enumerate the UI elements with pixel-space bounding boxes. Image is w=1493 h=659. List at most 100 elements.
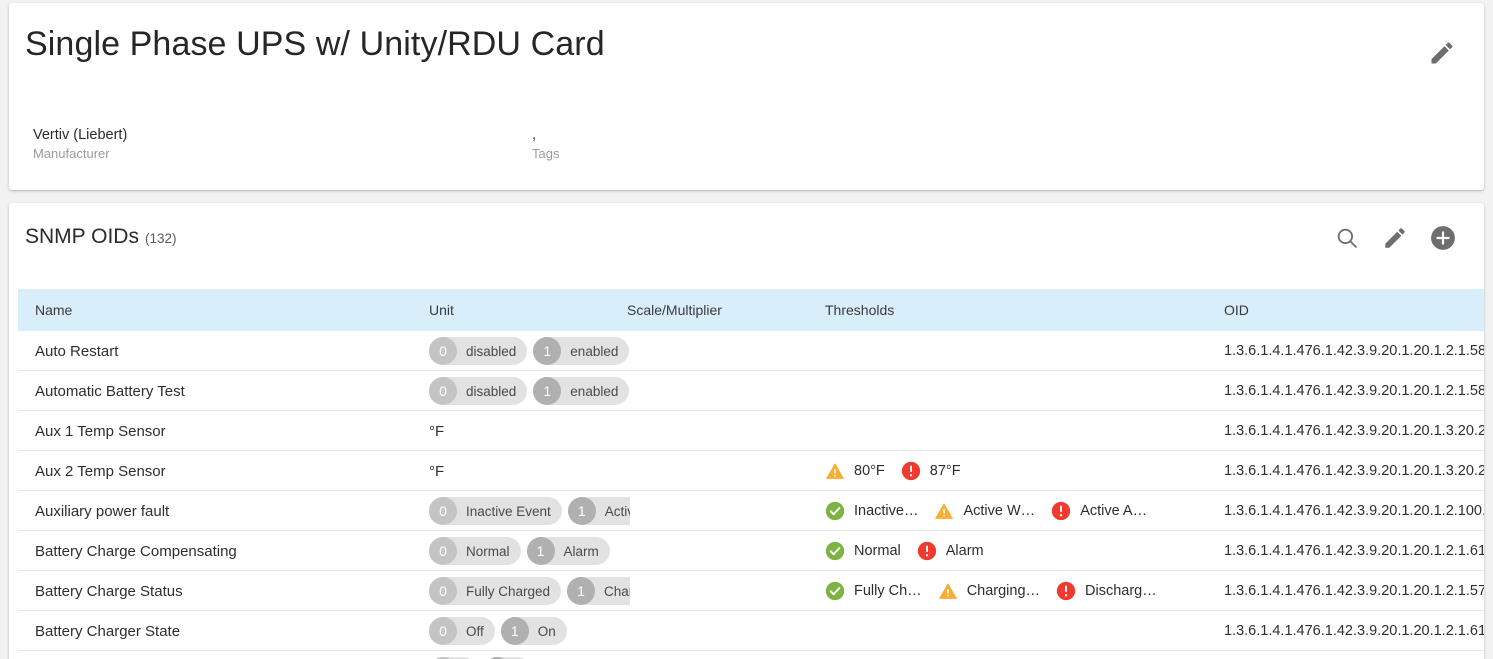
table-body: Auto Restart 0 disabled 1 enabled 1.3.6.1.4.1… <box>18 331 1484 659</box>
chip-value: 0 <box>429 577 457 605</box>
alarm-circle-icon <box>901 461 921 481</box>
cell-oid: 1.3.6.1.4.1.476.1.42.3.9.20.1.20.1.2.1.5… <box>1224 371 1484 411</box>
manufacturer-value: Vertiv (Liebert) <box>33 127 128 143</box>
threshold-item: Active A… <box>1051 501 1147 521</box>
oid-name-text: Auxiliary power fault <box>35 502 170 520</box>
threshold-item: Inactive… <box>825 501 918 521</box>
cell-scale-multiplier <box>627 491 823 531</box>
cell-oid: 1.3.6.1.4.1.476.1.42.3.9.20.1.20.1.2.1.6… <box>1224 611 1484 651</box>
unit-text: °F <box>429 422 445 440</box>
search-icon[interactable] <box>1334 225 1360 251</box>
snmp-oids-card: SNMP OIDs (132) Name Unit Scale/Multipli… <box>9 203 1484 659</box>
chip-value: 0 <box>429 497 457 525</box>
tags-field: , Tags <box>532 125 559 163</box>
table-row[interactable]: Battery Charger State 0 Off 1 On 1.3.6.1.4.1.… <box>18 611 1484 651</box>
column-header-name[interactable]: Name <box>35 302 72 318</box>
chip-value: 0 <box>429 337 457 365</box>
unit-chip-group: 0 Off 1 On <box>429 617 567 645</box>
pencil-icon[interactable] <box>1382 225 1408 251</box>
cell-name: Aux 1 Temp Sensor <box>35 411 425 451</box>
unit-chip-group: 0 Inactive Event 1 Active Event <box>429 497 630 525</box>
cell-unit: 0 Off 1 On <box>429 611 630 651</box>
oid-value-text: 1.3.6.1.4.1.476.1.42.3.9.20.1.20.1.3.20.… <box>1224 463 1484 479</box>
chip-label: Alarm <box>563 543 599 559</box>
threshold-label: 87°F <box>929 463 961 479</box>
cell-name: Battery Charger State <box>35 611 425 651</box>
cell-name: Battery Charge Compensating <box>35 531 425 571</box>
threshold-label: Charging… <box>966 583 1041 599</box>
chip-label: Inactive Event <box>466 503 551 519</box>
unit-chip-group: 0 disabled 1 enabled <box>429 337 630 365</box>
cell-scale-multiplier <box>627 451 823 491</box>
chip-label: Normal <box>466 543 510 559</box>
oid-value-text: 1.3.6.1.4.1.476.1.42.3.9.20.1.20.1.2.1.5… <box>1224 583 1484 599</box>
page-root: Single Phase UPS w/ Unity/RDU Card Verti… <box>0 0 1493 659</box>
cell-unit: 0 Normal 1 Alarm <box>429 531 630 571</box>
table-row[interactable]: Aux 2 Temp Sensor °F 80°F 87°F 1.3.6.1.4.1.4… <box>18 451 1484 491</box>
cell-unit: 0 disabled 1 enabled <box>429 371 630 411</box>
unit-chip: 0 disabled <box>429 337 528 365</box>
cell-unit: 0 Fully Charged 1 Charging <box>429 571 630 611</box>
cell-oid <box>1224 651 1484 659</box>
column-header-oid[interactable]: OID <box>1224 302 1249 318</box>
table-row[interactable]: Battery Charge Status 0 Fully Charged 1 Char… <box>18 571 1484 611</box>
unit-chip: 1 Alarm <box>526 537 610 565</box>
threshold-label: Active W… <box>963 503 1036 519</box>
add-circle-icon[interactable] <box>1430 225 1456 251</box>
cell-unit: °F <box>429 411 630 451</box>
chip-label: enabled <box>570 343 619 359</box>
ok-check-icon <box>825 581 845 601</box>
tags-value: , <box>532 127 537 143</box>
cell-oid: 1.3.6.1.4.1.476.1.42.3.9.20.1.20.1.2.100… <box>1224 491 1484 531</box>
threshold-item: Normal <box>825 541 901 561</box>
header-actions <box>1334 225 1456 251</box>
unit-chip: 1 enabled <box>533 337 630 365</box>
column-header-scale[interactable]: Scale/Multiplier <box>627 302 722 318</box>
cell-thresholds <box>825 611 1221 651</box>
cell-scale-multiplier <box>627 611 823 651</box>
section-title: SNMP OIDs <box>25 225 139 248</box>
cell-thresholds: Fully Ch… Charging… Discharg… <box>825 571 1221 611</box>
page-title: Single Phase UPS w/ Unity/RDU Card <box>25 25 605 63</box>
threshold-item: Fully Ch… <box>825 581 922 601</box>
threshold-item: Alarm <box>917 541 984 561</box>
cell-oid: 1.3.6.1.4.1.476.1.42.3.9.20.1.20.1.3.20.… <box>1224 451 1484 491</box>
table-row[interactable]: Aux 1 Temp Sensor °F 1.3.6.1.4.1.476.1.42.… <box>18 411 1484 451</box>
column-header-thresholds[interactable]: Thresholds <box>825 302 894 318</box>
unit-chip: 0 Inactive Event <box>429 497 562 525</box>
cell-oid: 1.3.6.1.4.1.476.1.42.3.9.20.1.20.1.2.1.5… <box>1224 571 1484 611</box>
threshold-label: Active A… <box>1080 503 1148 519</box>
chip-label: On <box>537 623 556 639</box>
threshold-item: 87°F <box>901 461 961 481</box>
ok-check-icon <box>825 501 845 521</box>
table-row[interactable]: Auxiliary power fault 0 Inactive Event 1 Act… <box>18 491 1484 531</box>
oid-name-text: Battery Charge Status <box>35 582 183 600</box>
oid-name-text: Battery Charge Compensating <box>35 542 237 560</box>
column-header-unit[interactable]: Unit <box>429 302 454 318</box>
threshold-group: Inactive… Active W… Active A… <box>825 501 1147 521</box>
table-row[interactable]: Automatic Battery Test 0 disabled 1 enabled 1… <box>18 371 1484 411</box>
chip-value: 1 <box>526 537 555 565</box>
chip-label: Off <box>466 623 484 639</box>
pencil-icon[interactable] <box>1428 39 1456 67</box>
ok-check-icon <box>825 541 845 561</box>
cell-thresholds: Inactive… Active W… Active A… <box>825 491 1221 531</box>
table-header-row: Name Unit Scale/Multiplier Thresholds OI… <box>18 289 1484 331</box>
table-row[interactable]: 01 <box>18 651 1484 659</box>
tags-label: Tags <box>532 146 560 161</box>
table-row[interactable]: Battery Charge Compensating 0 Normal 1 Alarm… <box>18 531 1484 571</box>
cell-name: Auxiliary power fault <box>35 491 425 531</box>
alarm-circle-icon <box>1051 501 1071 521</box>
table-row[interactable]: Auto Restart 0 disabled 1 enabled 1.3.6.1.4.1… <box>18 331 1484 371</box>
snmp-oids-header: SNMP OIDs (132) <box>9 203 1484 289</box>
warning-triangle-icon <box>938 581 958 601</box>
alarm-circle-icon <box>1056 581 1076 601</box>
threshold-label: Normal <box>854 543 901 559</box>
unit-chip-group: 0 Normal 1 Alarm <box>429 537 610 565</box>
cell-oid: 1.3.6.1.4.1.476.1.42.3.9.20.1.20.1.3.20.… <box>1224 411 1484 451</box>
chip-label: Fully Charged <box>466 583 551 599</box>
cell-thresholds: 80°F 87°F <box>825 451 1221 491</box>
cell-unit: 01 <box>429 651 630 659</box>
unit-chip: 0 Off <box>429 617 495 645</box>
oid-value-text: 1.3.6.1.4.1.476.1.42.3.9.20.1.20.1.2.100… <box>1224 503 1484 519</box>
